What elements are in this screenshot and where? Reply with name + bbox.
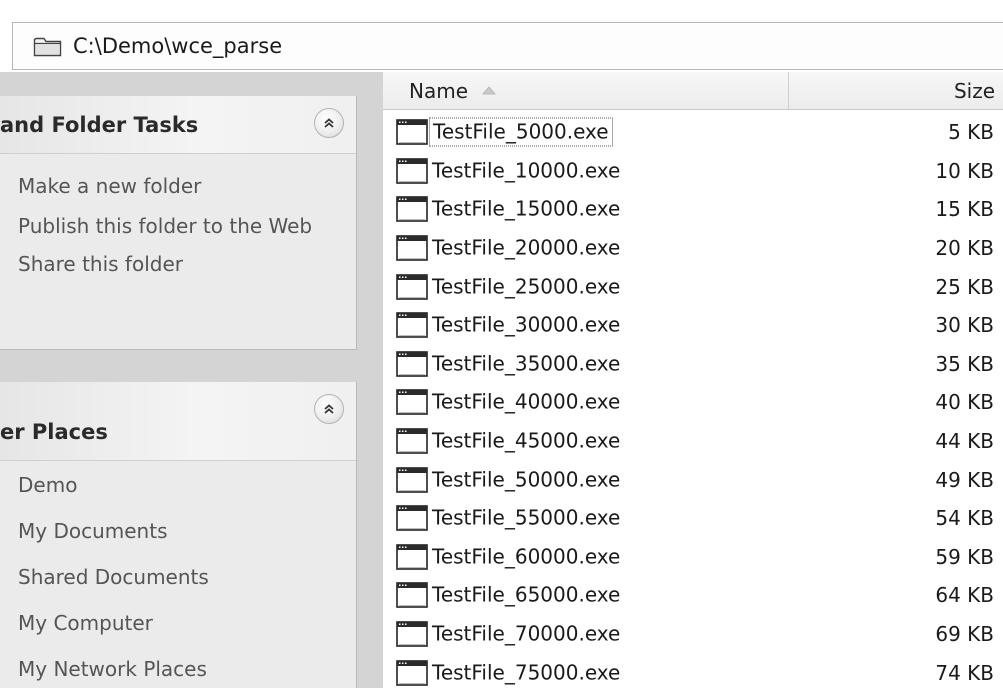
file-row[interactable]: TestFile_15000.exe 15 KB <box>383 190 1003 229</box>
explorer-window: C:\Demo\wce_parse and Folder Tasks Make … <box>0 0 1003 688</box>
file-size: 54 KB <box>935 506 994 531</box>
address-path: C:\Demo\wce_parse <box>73 34 283 58</box>
file-size: 20 KB <box>935 236 994 261</box>
application-exe-icon <box>396 466 428 493</box>
other-places-panel: er Places Demo My Documents Shared Docum… <box>0 382 357 688</box>
folder-tasks-panel: and Folder Tasks Make a new folder Publi… <box>0 96 357 350</box>
folder-tasks-title: and Folder Tasks <box>0 113 199 137</box>
file-size: 30 KB <box>935 313 994 338</box>
file-size: 40 KB <box>935 390 994 415</box>
file-size: 10 KB <box>935 158 994 183</box>
share-folder-link[interactable]: Share this folder <box>18 252 318 276</box>
application-exe-icon <box>396 196 428 223</box>
file-row[interactable]: TestFile_35000.exe 35 KB <box>383 345 1003 384</box>
file-name: TestFile_5000.exe <box>429 117 613 147</box>
column-header-size[interactable]: Size <box>789 72 1003 109</box>
application-exe-icon <box>396 389 428 416</box>
file-name: TestFile_65000.exe <box>432 582 621 607</box>
publish-folder-web-link[interactable]: Publish this folder to the Web <box>18 214 318 238</box>
sort-ascending-icon <box>482 86 496 95</box>
file-row[interactable]: TestFile_20000.exe 20 KB <box>383 229 1003 268</box>
file-name: TestFile_15000.exe <box>432 196 621 221</box>
file-size: 49 KB <box>935 467 994 492</box>
other-places-links: Demo My Documents Shared Documents My Co… <box>0 461 356 681</box>
chevron-double-up-icon <box>324 118 334 128</box>
file-row[interactable]: TestFile_60000.exe 59 KB <box>383 538 1003 577</box>
application-exe-icon <box>396 119 428 146</box>
collapse-other-places-button[interactable] <box>314 394 344 424</box>
place-link-my-network-places[interactable]: My Network Places <box>18 657 356 681</box>
file-row[interactable]: TestFile_5000.exe 5 KB <box>383 113 1003 152</box>
file-name: TestFile_30000.exe <box>432 312 621 337</box>
file-size: 35 KB <box>935 351 994 376</box>
file-list: TestFile_5000.exe 5 KB TestFile_10000.exe 1… <box>383 113 1003 688</box>
file-row[interactable]: TestFile_30000.exe 30 KB <box>383 306 1003 345</box>
application-exe-icon <box>396 351 428 377</box>
make-new-folder-link[interactable]: Make a new folder <box>18 174 318 198</box>
application-exe-icon <box>396 273 428 300</box>
file-name: TestFile_35000.exe <box>432 351 621 376</box>
file-row[interactable]: TestFile_55000.exe 54 KB <box>383 499 1003 538</box>
file-size: 74 KB <box>935 660 994 685</box>
file-name: TestFile_55000.exe <box>432 505 621 530</box>
collapse-folder-tasks-button[interactable] <box>314 108 344 138</box>
column-size-label: Size <box>953 78 995 103</box>
file-size: 44 KB <box>935 429 994 454</box>
chevron-double-up-icon <box>324 404 334 414</box>
file-row[interactable]: TestFile_50000.exe 49 KB <box>383 460 1003 499</box>
file-size: 59 KB <box>935 544 994 569</box>
task-pane: and Folder Tasks Make a new folder Publi… <box>0 72 383 688</box>
folder-tasks-links: Make a new folder Publish this folder to… <box>0 154 356 276</box>
folder-tasks-header[interactable]: and Folder Tasks <box>0 96 356 154</box>
application-exe-icon <box>396 544 428 570</box>
place-link-shared-documents[interactable]: Shared Documents <box>18 565 356 589</box>
file-list-pane: Name Size TestFile_5000.exe 5 KB TestFile_… <box>383 72 1003 688</box>
column-name-label: Name <box>409 78 469 103</box>
application-exe-icon <box>396 428 428 454</box>
file-row[interactable]: TestFile_75000.exe 74 KB <box>383 653 1003 688</box>
file-size: 15 KB <box>935 197 994 222</box>
application-exe-icon <box>396 505 428 532</box>
other-places-title: er Places <box>0 420 108 444</box>
file-row[interactable]: TestFile_25000.exe 25 KB <box>383 267 1003 306</box>
file-name: TestFile_45000.exe <box>432 428 621 453</box>
place-link-demo[interactable]: Demo <box>18 473 356 497</box>
file-row[interactable]: TestFile_45000.exe 44 KB <box>383 422 1003 461</box>
column-header-bar: Name Size <box>383 72 1003 110</box>
file-name: TestFile_40000.exe <box>432 389 621 414</box>
file-name: TestFile_20000.exe <box>432 235 621 260</box>
file-name: TestFile_75000.exe <box>432 660 621 685</box>
file-row[interactable]: TestFile_65000.exe 64 KB <box>383 576 1003 615</box>
file-size: 69 KB <box>935 622 994 647</box>
application-exe-icon <box>396 158 428 184</box>
folder-icon <box>33 37 62 57</box>
other-places-header[interactable]: er Places <box>0 382 356 461</box>
application-exe-icon <box>396 659 428 686</box>
file-row[interactable]: TestFile_10000.exe 10 KB <box>383 152 1003 191</box>
file-size: 25 KB <box>935 274 994 299</box>
file-name: TestFile_25000.exe <box>432 274 621 299</box>
application-exe-icon <box>396 621 428 647</box>
file-row[interactable]: TestFile_40000.exe 40 KB <box>383 383 1003 422</box>
address-bar[interactable]: C:\Demo\wce_parse <box>12 22 1003 70</box>
place-link-my-documents[interactable]: My Documents <box>18 519 356 543</box>
file-name: TestFile_50000.exe <box>432 467 621 492</box>
file-name: TestFile_70000.exe <box>432 621 621 646</box>
column-header-name[interactable]: Name <box>383 72 789 109</box>
file-size: 64 KB <box>935 583 994 608</box>
place-link-my-computer[interactable]: My Computer <box>18 611 356 635</box>
application-exe-icon <box>396 582 428 609</box>
file-size: 5 KB <box>948 120 994 145</box>
application-exe-icon <box>396 235 428 261</box>
file-name: TestFile_10000.exe <box>432 158 621 183</box>
application-exe-icon <box>396 312 428 339</box>
file-row[interactable]: TestFile_70000.exe 69 KB <box>383 615 1003 654</box>
file-name: TestFile_60000.exe <box>432 544 621 569</box>
